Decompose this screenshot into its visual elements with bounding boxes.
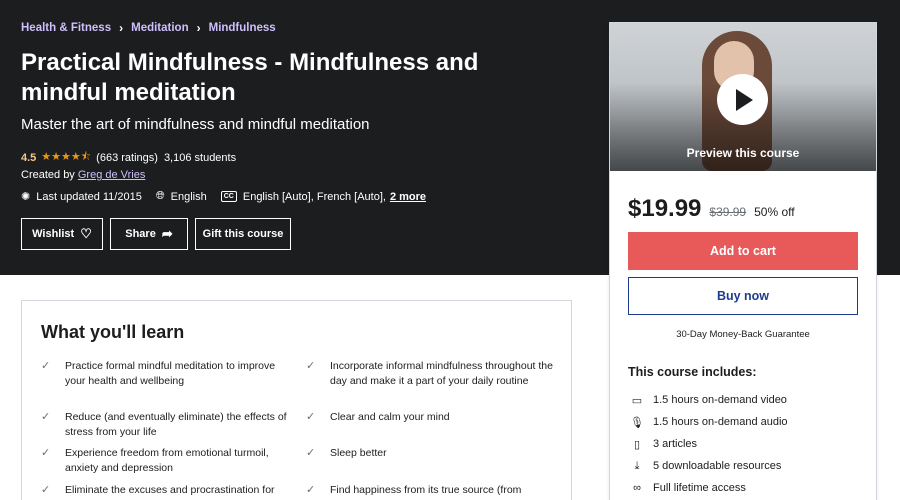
instructor-link[interactable]: Greg de Vries xyxy=(78,169,145,181)
file-icon: ▯ xyxy=(633,438,641,451)
include-item: ∞ Full lifetime access xyxy=(628,477,868,499)
check-icon: ✓ xyxy=(306,411,316,423)
learn-heading: What you'll learn xyxy=(41,322,185,342)
include-item: ⤓ 5 downloadable resources xyxy=(628,455,868,477)
learn-item-text: Practice formal mindful meditation to im… xyxy=(65,360,276,387)
check-icon: ✓ xyxy=(306,360,316,372)
course-title: Practical Mindfulness - Mindfulness and … xyxy=(21,49,479,106)
price-row: $19.99 $39.99 50% off xyxy=(628,195,795,223)
course-preview-video[interactable]: Preview this course xyxy=(610,23,876,171)
captions-languages: English [Auto], French [Auto], xyxy=(242,190,386,203)
created-by-label: Created by xyxy=(21,169,75,181)
share-label: Share xyxy=(125,228,156,240)
include-item-text: 3 articles xyxy=(653,438,698,450)
check-icon: ✓ xyxy=(41,447,51,459)
play-icon xyxy=(736,88,753,111)
check-icon: ✓ xyxy=(41,360,51,372)
globe-icon: 🌐︎ xyxy=(155,190,165,202)
closed-captions-icon: CC xyxy=(220,191,237,202)
learn-item: ✓ Experience freedom from emotional turm… xyxy=(41,446,290,476)
learn-item: ✓ Incorporate informal mindfulness throu… xyxy=(306,359,555,389)
learn-item-text: Experience freedom from emotional turmoi… xyxy=(65,447,269,474)
include-item-text: 1.5 hours on-demand audio xyxy=(653,416,788,428)
star-rating-icon: ★★★★⯪ xyxy=(41,151,92,163)
current-price: $19.99 xyxy=(628,195,702,222)
infinity-icon: ∞ xyxy=(633,482,641,494)
learn-item-text: Reduce (and eventually eliminate) the ef… xyxy=(65,411,287,438)
wishlist-label: Wishlist xyxy=(32,228,75,240)
gift-course-button[interactable]: Gift this course xyxy=(195,218,291,250)
learn-item: ✓ Find happiness from its true source (f… xyxy=(306,483,555,498)
includes-list: ▭ 1.5 hours on-demand video 🎙︎ 1.5 hours… xyxy=(628,389,868,499)
course-language: English xyxy=(170,190,207,203)
video-icon: ▭ xyxy=(631,394,643,407)
money-back-guarantee: 30-Day Money-Back Guarantee xyxy=(676,329,810,340)
breadcrumb: Health & Fitness › Meditation › Mindfuln… xyxy=(21,21,276,35)
purchase-sidebar: Preview this course $19.99 $39.99 50% of… xyxy=(609,22,877,500)
course-actions: Wishlist ♡ Share ➦ Gift this course xyxy=(21,218,298,250)
course-subtitle: Master the art of mindfulness and mindfu… xyxy=(21,116,370,133)
learn-item: ✓ Eliminate the excuses and procrastinat… xyxy=(41,483,290,498)
breadcrumb-item-mindfulness[interactable]: Mindfulness xyxy=(209,22,276,34)
course-meta: ✺ Last updated 11/2015 🌐︎ English CC Eng… xyxy=(21,190,426,203)
audio-icon: 🎙︎ xyxy=(630,416,644,429)
learn-item-text: Clear and calm your mind xyxy=(330,411,450,423)
include-item-text: 1.5 hours on-demand video xyxy=(653,394,787,406)
check-icon: ✓ xyxy=(41,484,51,496)
includes-heading: This course includes: xyxy=(628,365,757,379)
buy-now-button[interactable]: Buy now xyxy=(628,277,858,315)
rating-count-link[interactable]: (663 ratings) xyxy=(96,152,158,164)
chevron-right-icon: › xyxy=(196,21,201,35)
learn-item: ✓ Clear and calm your mind xyxy=(306,410,555,425)
play-button[interactable] xyxy=(717,74,768,125)
alert-badge-icon: ✺ xyxy=(21,191,31,203)
include-item: ▭ 1.5 hours on-demand video xyxy=(628,389,868,411)
download-icon: ⤓ xyxy=(634,459,640,472)
chevron-right-icon: › xyxy=(119,21,124,35)
learn-item-text: Eliminate the excuses and procrastinatio… xyxy=(65,484,275,496)
discount-percent: 50% off xyxy=(754,205,795,219)
learn-item: ✓ Reduce (and eventually eliminate) the … xyxy=(41,410,290,440)
check-icon: ✓ xyxy=(41,411,51,423)
what-you-will-learn: What you'll learn ✓ Practice formal mind… xyxy=(21,300,572,500)
heart-icon: ♡ xyxy=(80,226,92,241)
include-item-text: 5 downloadable resources xyxy=(653,460,782,472)
share-arrow-icon: ➦ xyxy=(161,226,173,241)
gift-label: Gift this course xyxy=(202,228,284,240)
include-item-text: Full lifetime access xyxy=(653,482,746,494)
original-price: $39.99 xyxy=(709,205,747,219)
learn-item-text: Incorporate informal mindfulness through… xyxy=(330,360,553,387)
last-updated: Last updated 11/2015 xyxy=(36,190,142,203)
preview-label: Preview this course xyxy=(686,146,800,160)
learn-item-text: Find happiness from its true source (fro… xyxy=(330,484,522,496)
check-icon: ✓ xyxy=(306,484,316,496)
student-count: 3,106 students xyxy=(163,151,237,164)
add-to-cart-button[interactable]: Add to cart xyxy=(628,232,858,270)
more-captions-link[interactable]: 2 more xyxy=(390,191,426,203)
breadcrumb-item-meditation[interactable]: Meditation xyxy=(131,22,189,34)
rating-row: 4.5 ★★★★⯪ (663 ratings) 3,106 students xyxy=(21,148,236,167)
breadcrumb-item-health-fitness[interactable]: Health & Fitness xyxy=(21,22,111,34)
learn-item: ✓ Practice formal mindful meditation to … xyxy=(41,359,290,389)
wishlist-button[interactable]: Wishlist ♡ xyxy=(21,218,103,250)
check-icon: ✓ xyxy=(306,447,316,459)
rating-value: 4.5 xyxy=(21,151,37,164)
share-button[interactable]: Share ➦ xyxy=(110,218,188,250)
include-item: ▯ 3 articles xyxy=(628,433,868,455)
learn-item-text: Sleep better xyxy=(330,447,387,459)
include-item: 🎙︎ 1.5 hours on-demand audio xyxy=(628,411,868,433)
learn-item: ✓ Sleep better xyxy=(306,446,555,461)
created-by: Created by Greg de Vries xyxy=(21,169,145,181)
